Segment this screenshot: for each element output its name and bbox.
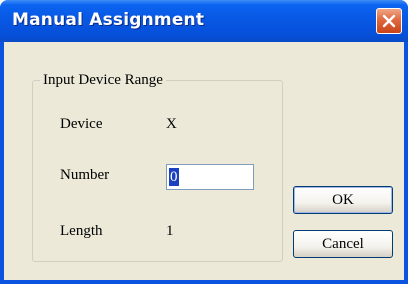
close-icon bbox=[382, 14, 396, 28]
ok-button[interactable]: OK bbox=[293, 186, 393, 214]
length-value: 1 bbox=[166, 223, 174, 239]
title-bar[interactable]: Manual Assignment bbox=[0, 0, 408, 42]
device-label: Device bbox=[60, 116, 103, 132]
number-input-value: 0 bbox=[169, 168, 179, 186]
number-label: Number bbox=[60, 167, 110, 183]
number-input[interactable]: 0 bbox=[166, 164, 254, 190]
device-value: X bbox=[166, 116, 177, 132]
length-label: Length bbox=[60, 223, 103, 239]
group-label: Input Device Range bbox=[40, 72, 166, 89]
cancel-button[interactable]: Cancel bbox=[293, 230, 393, 258]
close-button[interactable] bbox=[376, 8, 402, 34]
window-title: Manual Assignment bbox=[12, 10, 205, 30]
